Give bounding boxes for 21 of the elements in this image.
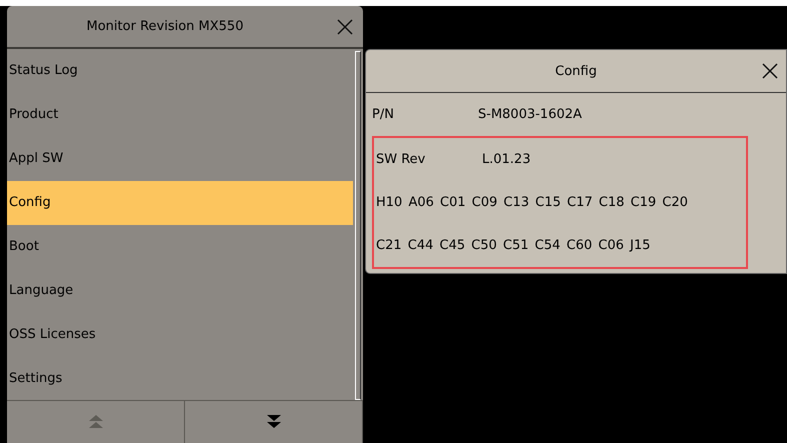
menu-item[interactable]: Config [7,181,353,225]
close-icon[interactable] [337,19,353,35]
menu-item[interactable]: Boot [7,225,353,269]
field-label: P/N [371,107,395,122]
field-label: SW Rev [375,152,426,167]
double-down-arrow-icon [266,414,282,430]
menu-item[interactable]: Status Log [7,49,353,93]
menu-item[interactable]: OSS Licenses [7,313,353,357]
menu-item[interactable]: Appl SW [7,137,353,181]
scrollbar[interactable] [355,51,361,400]
field-value: C21 C44 C45 C50 C51 C54 C60 C06 J15 [375,238,650,253]
field-value: S-M8003-1602A [478,107,582,122]
menu-item[interactable]: Settings [7,357,353,401]
field-value: H10 A06 C01 C09 C13 C15 C17 C18 C19 C20 [375,195,688,210]
double-up-arrow-icon [88,414,104,430]
field-value: L.01.23 [482,152,531,167]
menu-item[interactable]: Product [7,93,353,137]
menu-item[interactable]: Language [7,269,353,313]
window-title: Monitor Revision MX550 [86,19,244,34]
window-title: Config [555,64,597,78]
close-icon[interactable] [762,63,778,79]
